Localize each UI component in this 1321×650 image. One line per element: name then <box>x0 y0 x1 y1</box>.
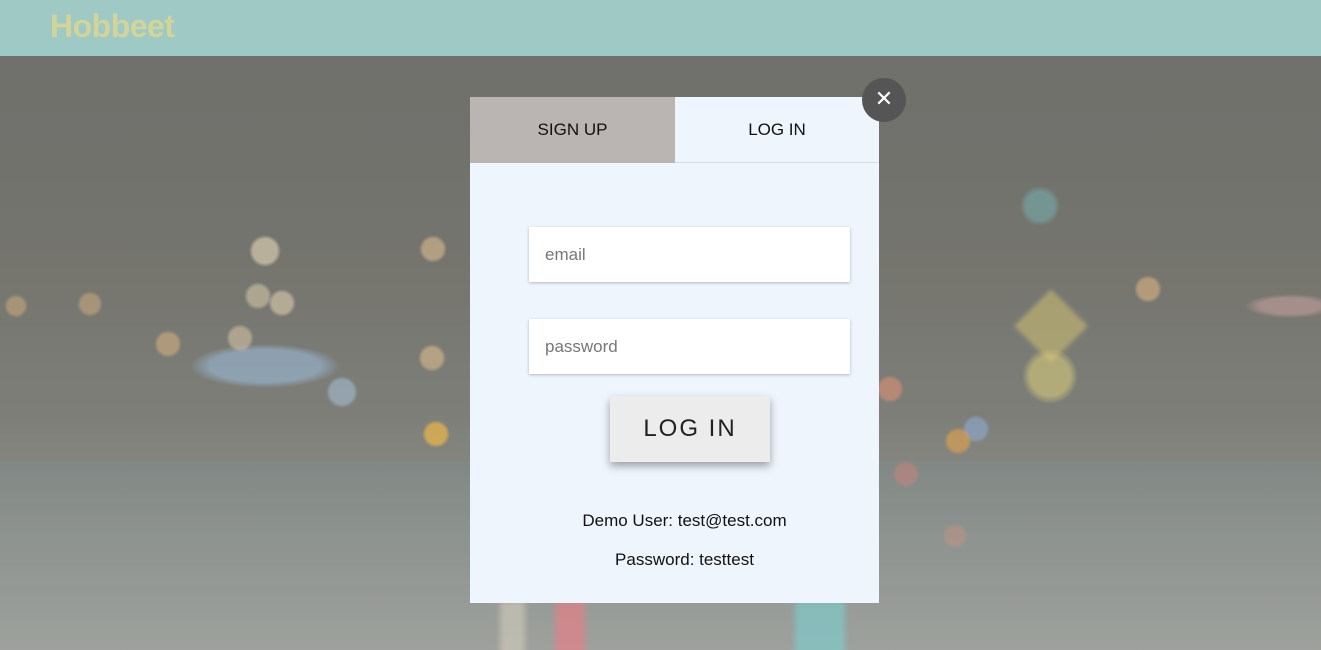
password-input[interactable] <box>529 319 850 374</box>
demo-password-text: Password: testtest <box>615 550 754 569</box>
login-button[interactable]: LOG IN <box>610 396 770 462</box>
auth-modal: SIGN UP LOG IN LOG IN Demo User: test@te… <box>470 97 879 603</box>
auth-tabs: SIGN UP LOG IN <box>470 97 879 163</box>
tab-login[interactable]: LOG IN <box>675 97 879 163</box>
close-icon[interactable]: ✕ <box>862 78 906 122</box>
top-navbar: Hobbeet <box>0 0 1321 56</box>
email-input[interactable] <box>529 227 850 282</box>
tab-signup[interactable]: SIGN UP <box>470 97 675 163</box>
demo-user-text: Demo User: test@test.com <box>582 511 787 530</box>
logo[interactable]: Hobbeet <box>50 8 175 45</box>
